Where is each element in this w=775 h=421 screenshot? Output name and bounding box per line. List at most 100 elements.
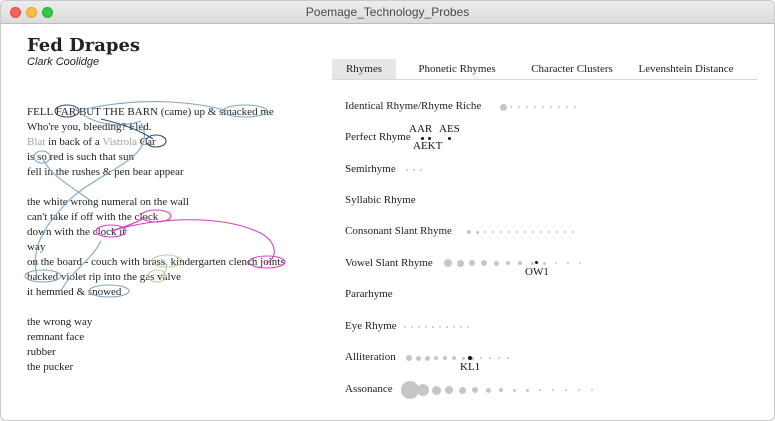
- rhyme-set-dot[interactable]: [552, 389, 554, 391]
- rhyme-type-perfect[interactable]: Perfect Rhyme: [345, 131, 411, 143]
- rhyme-set-dot[interactable]: [512, 388, 516, 392]
- rhyme-set-dot[interactable]: [417, 384, 429, 396]
- rhyme-set-dot[interactable]: [415, 355, 421, 361]
- poem-line[interactable]: backed violet rip into the gas valve: [27, 270, 285, 285]
- rhyme-set-dot[interactable]: [532, 231, 534, 233]
- poem-line[interactable]: way: [27, 240, 285, 255]
- rhyme-set-dot[interactable]: [500, 231, 502, 233]
- rhyme-set-dot[interactable]: [443, 356, 447, 360]
- rhyme-signature[interactable]: AAR: [409, 123, 432, 135]
- rhyme-signature[interactable]: AEKT: [413, 140, 442, 152]
- rhyme-set-dot[interactable]: [420, 169, 422, 171]
- rhyme-set-dot[interactable]: [516, 231, 518, 233]
- rhyme-set-dot[interactable]: [498, 357, 500, 359]
- rhyme-set-dot[interactable]: [550, 106, 552, 108]
- word-blat[interactable]: Blat: [27, 136, 45, 148]
- rhyme-set-dot[interactable]: [480, 357, 482, 359]
- poem-line[interactable]: can't take if off with the clock: [27, 210, 285, 225]
- rhyme-set-dot[interactable]: [534, 260, 538, 264]
- rhyme-set-dot[interactable]: [499, 388, 503, 392]
- rhyme-set-dot[interactable]: [467, 230, 471, 234]
- rhyme-set-dot[interactable]: [542, 261, 546, 265]
- rhyme-set-dot[interactable]: [446, 326, 448, 328]
- rhyme-set-dot[interactable]: [427, 136, 431, 140]
- rhyme-set-dot[interactable]: [524, 231, 526, 233]
- rhyme-set-dot[interactable]: [467, 326, 469, 328]
- rhyme-set-dot[interactable]: [475, 230, 479, 234]
- poem-line[interactable]: FELL FAR BUT THE BARN (came) up & smacke…: [27, 105, 285, 120]
- rhyme-set-dot[interactable]: [418, 326, 420, 328]
- rhyme-type-assonance[interactable]: Assonance: [345, 383, 393, 395]
- rhyme-type-identical[interactable]: Identical Rhyme/Rhyme Riche: [345, 100, 481, 112]
- rhyme-set-dot[interactable]: [565, 389, 567, 391]
- rhyme-set-dot[interactable]: [472, 387, 478, 393]
- rhyme-set-dot[interactable]: [564, 231, 566, 233]
- poem-line[interactable]: fell in the rushes & pen bear appear: [27, 165, 285, 180]
- rhyme-set-dot[interactable]: [591, 389, 593, 391]
- rhyme-set-dot[interactable]: [506, 261, 510, 265]
- rhyme-set-dot[interactable]: [578, 389, 580, 391]
- rhyme-set-dot[interactable]: [555, 262, 557, 264]
- rhyme-set-dot[interactable]: [508, 231, 510, 233]
- rhyme-set-dot[interactable]: [489, 357, 491, 359]
- poem-line[interactable]: the wrong way: [27, 315, 285, 330]
- poem-line[interactable]: on the board - couch with brass, kinderg…: [27, 255, 285, 270]
- rhyme-set-dot[interactable]: [468, 356, 472, 360]
- rhyme-set-dot[interactable]: [461, 356, 465, 360]
- rhyme-set-dot[interactable]: [411, 326, 413, 328]
- rhyme-set-dot[interactable]: [484, 231, 486, 233]
- rhyme-set-dot[interactable]: [432, 326, 434, 328]
- rhyme-type-pararhyme[interactable]: Pararhyme: [345, 288, 393, 300]
- rhyme-set-dot[interactable]: [425, 326, 427, 328]
- rhyme-set-dot[interactable]: [525, 388, 529, 392]
- rhyme-set-dot[interactable]: [444, 259, 452, 267]
- rhyme-set-dot[interactable]: [556, 231, 558, 233]
- poem-line[interactable]: the white wrong numeral on the wall: [27, 195, 285, 210]
- rhyme-set-dot[interactable]: [558, 106, 560, 108]
- rhyme-type-alliteration[interactable]: Alliteration: [345, 351, 396, 363]
- word-vistrola[interactable]: Vistrola: [102, 136, 137, 148]
- rhyme-set-dot[interactable]: [572, 231, 574, 233]
- rhyme-set-dot[interactable]: [518, 261, 522, 265]
- tab-rhymes[interactable]: Rhymes: [332, 59, 396, 79]
- poem-line[interactable]: remnant face: [27, 330, 285, 345]
- rhyme-set-dot[interactable]: [539, 389, 541, 391]
- rhyme-set-dot[interactable]: [567, 262, 569, 264]
- rhyme-set-dot[interactable]: [526, 106, 528, 108]
- rhyme-set-dot[interactable]: [453, 326, 455, 328]
- rhyme-set-dot[interactable]: [420, 136, 424, 140]
- rhyme-set-dot[interactable]: [534, 106, 536, 108]
- poem-line[interactable]: rubber: [27, 345, 285, 360]
- rhyme-signature[interactable]: AES: [439, 123, 460, 135]
- rhyme-set-dot[interactable]: [485, 387, 491, 393]
- rhyme-type-eye[interactable]: Eye Rhyme: [345, 320, 397, 332]
- rhyme-signature[interactable]: OW1: [525, 266, 549, 278]
- rhyme-set-dot[interactable]: [492, 231, 494, 233]
- poem-line[interactable]: Blat in back of a Vistrola Car: [27, 135, 285, 150]
- rhyme-set-dot[interactable]: [574, 106, 576, 108]
- rhyme-set-dot[interactable]: [507, 357, 509, 359]
- rhyme-set-dot[interactable]: [481, 260, 487, 266]
- poem-line[interactable]: it hemmed & snowed: [27, 285, 285, 300]
- rhyme-set-dot[interactable]: [445, 386, 453, 394]
- rhyme-set-dot[interactable]: [406, 169, 408, 171]
- rhyme-set-dot[interactable]: [548, 231, 550, 233]
- rhyme-set-dot[interactable]: [518, 106, 520, 108]
- poem-line[interactable]: the pucker: [27, 360, 285, 375]
- tab-character-clusters[interactable]: Character Clusters: [512, 59, 632, 79]
- rhyme-set-dot[interactable]: [540, 231, 542, 233]
- rhyme-type-syllabic[interactable]: Syllabic Rhyme: [345, 194, 416, 206]
- rhyme-set-dot[interactable]: [530, 261, 534, 265]
- rhyme-signature[interactable]: KL1: [460, 361, 480, 373]
- rhyme-type-consonant-slant[interactable]: Consonant Slant Rhyme: [345, 225, 452, 237]
- rhyme-set-dot[interactable]: [469, 260, 475, 266]
- tab-levenshtein-distance[interactable]: Levenshtein Distance: [628, 59, 744, 79]
- rhyme-set-dot[interactable]: [542, 106, 544, 108]
- rhyme-set-dot[interactable]: [434, 356, 438, 360]
- tab-phonetic-rhymes[interactable]: Phonetic Rhymes: [402, 59, 512, 79]
- rhyme-set-dot[interactable]: [456, 259, 464, 267]
- rhyme-set-dot[interactable]: [452, 356, 456, 360]
- rhyme-set-dot[interactable]: [458, 386, 466, 394]
- rhyme-set-dot[interactable]: [493, 260, 499, 266]
- rhyme-set-dot[interactable]: [431, 385, 441, 395]
